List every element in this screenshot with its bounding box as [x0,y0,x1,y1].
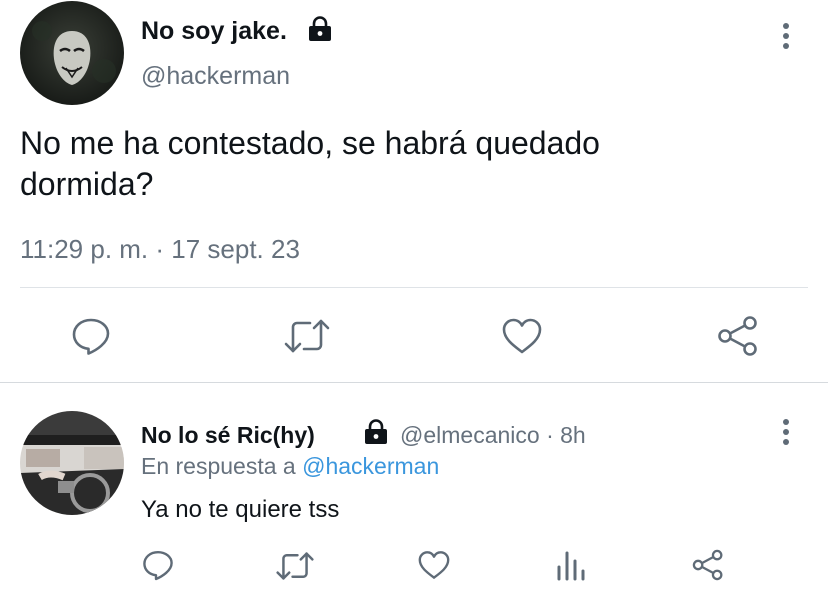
retweet-icon[interactable] [276,551,314,581]
analytics-icon[interactable] [556,549,586,581]
divider [20,287,808,288]
reply-icon[interactable] [71,317,111,355]
lock-icon [362,419,390,445]
like-icon[interactable] [417,550,451,580]
handle-and-time[interactable]: @elmecanico · 8h [400,420,586,450]
avatar[interactable] [20,411,124,515]
display-name[interactable]: No soy jake. [141,15,287,47]
retweet-icon[interactable] [284,318,330,354]
like-icon[interactable] [501,317,543,355]
reply-icon[interactable] [142,549,174,581]
avatar[interactable] [20,1,124,105]
lock-icon [306,16,334,42]
more-vertical-icon[interactable] [779,418,793,446]
replying-prefix: En respuesta a [141,453,296,479]
display-name[interactable]: No lo sé Ric(hy) [141,420,315,450]
more-vertical-icon[interactable] [779,22,793,50]
share-icon[interactable] [692,549,724,581]
replying-to-handle[interactable]: @hackerman [302,453,439,479]
tweet-text: No me ha contestado, se habrá quedado do… [20,125,600,202]
handle[interactable]: @hackerman [141,60,290,92]
section-divider [0,382,828,383]
tweet-text: Ya no te quiere tss [141,496,340,523]
timestamp[interactable]: 11:29 p. m. · 17 sept. 23 [20,232,300,266]
replying-to: En respuesta a @hackerman [141,451,439,481]
share-icon[interactable] [717,315,759,357]
